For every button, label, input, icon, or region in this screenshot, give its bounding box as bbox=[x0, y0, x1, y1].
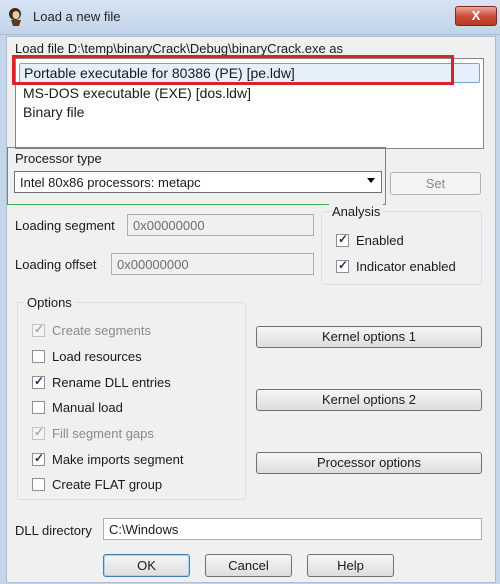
create-flat-group-checkbox[interactable] bbox=[32, 478, 45, 491]
checkmark-icon: ✓ bbox=[34, 374, 45, 388]
checkmark-icon: ✓ bbox=[338, 232, 349, 246]
close-button[interactable]: X bbox=[455, 6, 497, 26]
loading-segment-label: Loading segment bbox=[15, 218, 115, 233]
close-icon: X bbox=[471, 8, 481, 23]
rename-dll-entries-checkbox[interactable]: ✓ bbox=[32, 374, 45, 389]
create-flat-group-label: Create FLAT group bbox=[52, 477, 163, 492]
processor-type-label: Processor type bbox=[15, 151, 102, 166]
loading-offset-field[interactable]: 0x00000000 bbox=[111, 253, 314, 275]
ida-app-icon bbox=[9, 8, 21, 26]
create-segments-checkbox[interactable]: ✓ bbox=[32, 322, 45, 337]
cancel-button[interactable]: Cancel bbox=[205, 554, 292, 577]
window-title: Load a new file bbox=[33, 9, 121, 24]
processor-selected-value: Intel 80x86 processors: metapc bbox=[20, 175, 201, 190]
options-title: Options bbox=[24, 295, 75, 310]
help-button[interactable]: Help bbox=[307, 554, 394, 577]
list-item-dos[interactable]: MS-DOS executable (EXE) [dos.ldw] bbox=[23, 85, 251, 101]
analysis-enabled-label: Enabled bbox=[356, 233, 404, 248]
make-imports-segment-checkbox[interactable]: ✓ bbox=[32, 451, 45, 466]
analysis-title: Analysis bbox=[329, 204, 384, 219]
fill-segment-gaps-label: Fill segment gaps bbox=[52, 426, 154, 441]
kernel-options-1-button[interactable]: Kernel options 1 bbox=[256, 326, 482, 348]
dll-directory-field[interactable]: C:\Windows bbox=[103, 518, 482, 540]
make-imports-segment-label: Make imports segment bbox=[52, 452, 184, 467]
checkmark-icon: ✓ bbox=[338, 258, 349, 272]
checkmark-icon: ✓ bbox=[34, 451, 45, 465]
manual-load-checkbox[interactable] bbox=[32, 401, 45, 414]
fill-segment-gaps-checkbox[interactable]: ✓ bbox=[32, 425, 45, 440]
dll-directory-label: DLL directory bbox=[15, 523, 92, 538]
processor-type-dropdown[interactable]: Intel 80x86 processors: metapc bbox=[14, 171, 382, 193]
processor-options-button[interactable]: Processor options bbox=[256, 452, 482, 474]
list-item-binary[interactable]: Binary file bbox=[23, 104, 84, 120]
create-segments-label: Create segments bbox=[52, 323, 151, 338]
loading-offset-label: Loading offset bbox=[15, 257, 97, 272]
manual-load-label: Manual load bbox=[52, 400, 123, 415]
rename-dll-entries-label: Rename DLL entries bbox=[52, 375, 171, 390]
indicator-enabled-checkbox[interactable]: ✓ bbox=[336, 258, 349, 273]
load-file-label: Load file D:\temp\binaryCrack\Debug\bina… bbox=[15, 41, 344, 56]
set-button[interactable]: Set bbox=[390, 172, 481, 195]
load-resources-label: Load resources bbox=[52, 349, 142, 364]
checkmark-icon: ✓ bbox=[34, 322, 45, 336]
load-resources-checkbox[interactable] bbox=[32, 350, 45, 363]
checkmark-icon: ✓ bbox=[34, 425, 45, 439]
loading-segment-field[interactable]: 0x00000000 bbox=[127, 214, 314, 236]
analysis-enabled-checkbox[interactable]: ✓ bbox=[336, 232, 349, 247]
red-highlight-box bbox=[12, 55, 454, 85]
ok-button[interactable]: OK bbox=[103, 554, 190, 577]
indicator-enabled-label: Indicator enabled bbox=[356, 259, 456, 274]
dropdown-arrow-icon bbox=[367, 178, 375, 183]
kernel-options-2-button[interactable]: Kernel options 2 bbox=[256, 389, 482, 411]
